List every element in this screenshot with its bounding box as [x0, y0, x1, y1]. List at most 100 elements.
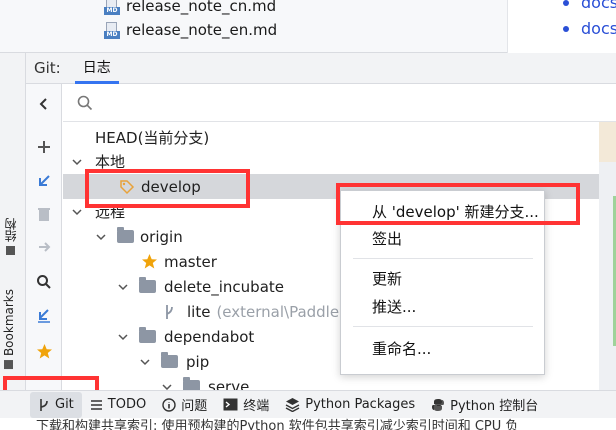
fetch-button[interactable]: [34, 306, 54, 326]
file-item-release-note-cn[interactable]: MD release_note_cn.md: [104, 0, 276, 17]
fetch-icon: [38, 309, 50, 323]
trash-icon: [38, 208, 50, 221]
tool-tab-label: 终端: [243, 399, 270, 414]
update-button[interactable]: [34, 171, 54, 191]
folder-icon: [183, 377, 200, 390]
tool-tab-problems[interactable]: 问题: [154, 392, 215, 418]
scroll-marker-strip: [599, 122, 616, 390]
chevron-down-icon: [161, 381, 173, 391]
chevron-left-icon: [39, 98, 47, 110]
menu-separator: [353, 326, 533, 327]
head-node[interactable]: HEAD(当前分支): [63, 125, 616, 150]
plus-icon: [38, 141, 50, 153]
menu-item-rename[interactable]: 重命名...: [341, 335, 544, 361]
branch-context-menu: 从 'develop' 新建分支... 签出 更新 推送... 重命名...: [340, 190, 545, 375]
chevron-down-icon: [71, 156, 83, 168]
folder-serve[interactable]: serve: [63, 374, 616, 390]
local-group-node[interactable]: 本地: [63, 149, 616, 174]
tool-tab-git[interactable]: Git: [30, 391, 82, 418]
docs-link[interactable]: docs: [563, 0, 616, 12]
chevron-down-icon: [117, 331, 129, 343]
star-icon: [142, 254, 157, 269]
menu-separator: [353, 258, 533, 259]
delete-branch-button[interactable]: [34, 204, 54, 224]
markdown-file-icon: MD: [104, 0, 120, 15]
favorite-button[interactable]: [34, 341, 54, 361]
docs-link[interactable]: docs: [563, 19, 616, 38]
git-window-title: Git:: [34, 59, 61, 77]
docs-preview-panel: docs docs: [507, 0, 616, 53]
bookmark-icon: [4, 360, 14, 370]
git-branches-toolbar: [26, 84, 62, 390]
tool-tab-label: Git: [55, 397, 74, 412]
tool-tab-label: Python Packages: [305, 397, 416, 412]
structure-tool-button[interactable]: 结构: [2, 218, 19, 255]
tool-tab-label: 问题: [181, 399, 208, 414]
star-icon: [36, 343, 52, 358]
bottom-tool-bar: Git TODO 问题 终端 Python Packages Python 控制…: [0, 390, 616, 418]
bullet-icon: [563, 25, 569, 32]
menu-item-checkout[interactable]: 签出: [341, 225, 544, 251]
chevron-down-icon: [139, 356, 151, 368]
file-name: release_note_en.md: [126, 21, 278, 39]
status-bar-message: 下载和构建共享索引: 使用预构建的Python 软件包共享索引减少索引时间和 C…: [0, 418, 616, 430]
branch-note: (external\Paddle, c: [216, 302, 357, 321]
info-icon: [162, 397, 176, 412]
file-name: release_note_cn.md: [126, 0, 277, 15]
branch-label: lite: [187, 302, 211, 321]
collapse-panel-button[interactable]: [34, 94, 54, 114]
chevron-down-icon: [117, 281, 129, 293]
tag-icon: [120, 179, 135, 194]
branch-search-field[interactable]: [63, 84, 616, 122]
tool-tab-python-packages[interactable]: Python Packages: [277, 392, 423, 418]
search-icon: [37, 275, 51, 289]
bookmarks-tool-button[interactable]: Bookmarks: [2, 289, 16, 370]
search-branches-button[interactable]: [34, 272, 54, 292]
branch-label: master: [164, 252, 217, 271]
chevron-down-icon: [95, 231, 107, 243]
compare-icon: [39, 242, 51, 252]
branch-icon: [40, 398, 48, 411]
marker-highlight: [599, 122, 616, 162]
tool-tab-terminal[interactable]: 终端: [215, 392, 277, 418]
layers-icon: [285, 398, 300, 412]
docs-link-text: docs: [581, 19, 616, 38]
compare-button[interactable]: [34, 237, 54, 257]
tab-log[interactable]: 日志: [74, 53, 119, 84]
terminal-icon: [223, 398, 238, 411]
list-icon: [90, 399, 102, 410]
python-icon: [432, 398, 445, 411]
folder-icon: [117, 227, 134, 243]
new-branch-button[interactable]: [34, 137, 54, 157]
menu-item-update[interactable]: 更新: [341, 265, 544, 291]
tool-tab-label: Python 控制台: [450, 399, 539, 414]
folder-icon: [161, 352, 178, 368]
folder-label: serve: [208, 377, 250, 391]
tool-tab-python-console[interactable]: Python 控制台: [423, 392, 546, 418]
folder-label: pip: [186, 352, 210, 371]
bookmarks-label: Bookmarks: [2, 289, 16, 357]
folder-icon: [139, 327, 156, 343]
remote-label: origin: [140, 227, 183, 246]
menu-item-new-branch-from[interactable]: 从 'develop' 新建分支...: [341, 198, 544, 224]
menu-item-push[interactable]: 推送...: [341, 293, 544, 319]
structure-icon: [6, 246, 15, 255]
left-tool-stripe: 结构 Bookmarks: [0, 53, 26, 390]
remote-group-label: 远程: [95, 203, 126, 221]
folder-icon: [139, 277, 156, 293]
branch-icon: [166, 304, 173, 319]
local-group-label: 本地: [95, 153, 126, 171]
tool-tab-label: TODO: [107, 397, 147, 412]
file-item-release-note-en[interactable]: MD release_note_en.md: [104, 19, 277, 41]
status-message-text: 下载和构建共享索引: 使用预构建的Python 软件包共享索引减少索引时间和 C…: [36, 419, 519, 430]
docs-link-text: docs: [581, 0, 616, 12]
head-label: HEAD(当前分支): [95, 129, 210, 147]
branch-label: develop: [141, 177, 201, 196]
folder-label: delete_incubate: [164, 277, 285, 296]
folder-label: dependabot: [164, 327, 255, 346]
markdown-file-icon: MD: [104, 21, 120, 39]
project-tree-strip: MD release_note_cn.md MD release_note_en…: [0, 0, 616, 53]
search-icon: [77, 95, 93, 110]
tool-tab-todo[interactable]: TODO: [82, 392, 154, 418]
chevron-down-icon: [71, 206, 83, 218]
